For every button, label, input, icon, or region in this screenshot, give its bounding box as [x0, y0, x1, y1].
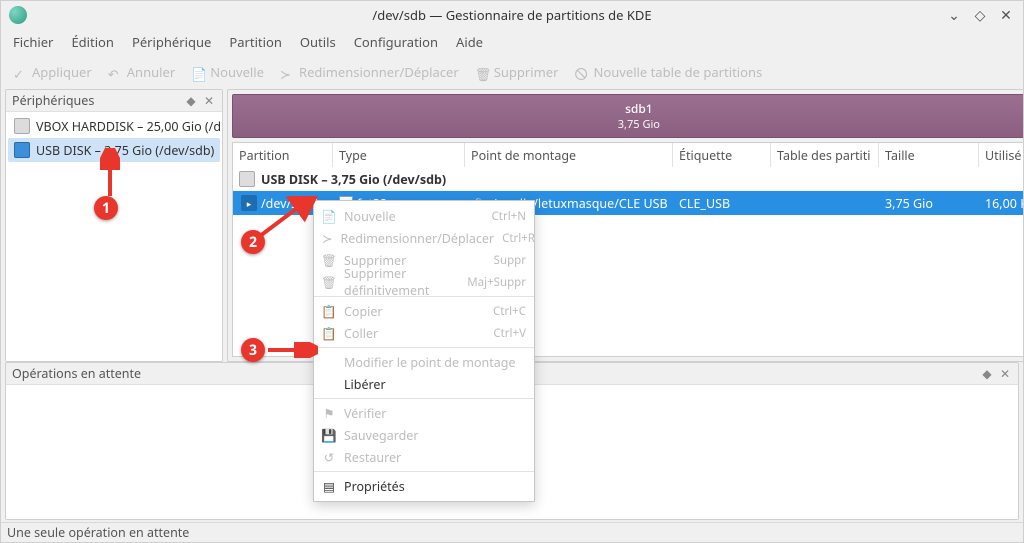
new-icon: 📄: [322, 209, 336, 223]
trash-icon: 🗑: [475, 65, 489, 79]
th-label[interactable]: Étiquette: [673, 143, 771, 167]
menu-help[interactable]: Aide: [456, 33, 483, 51]
panel-close-icon[interactable]: ✕: [202, 94, 216, 108]
trash-icon: 🗑: [322, 253, 336, 267]
annotation-1: 1: [94, 196, 118, 220]
th-used[interactable]: Utilisé: [979, 143, 1023, 167]
device-label: USB DISK – 3,75 Gio (/dev/sdb): [36, 142, 214, 159]
statusbar: Une seule opération en attente: [1, 522, 1023, 542]
save-icon: 💾: [322, 428, 336, 442]
tb-apply[interactable]: ✓Appliquer: [13, 63, 92, 81]
usb-icon: [14, 142, 30, 158]
table-header: Partition Type Point de montage Étiquett…: [233, 143, 1023, 167]
menu-partition[interactable]: Partition: [229, 33, 282, 51]
ctx-copy[interactable]: 📋CopierCtrl+C: [314, 300, 534, 322]
minimize-button[interactable]: ⌄: [945, 6, 963, 25]
tb-cancel[interactable]: ↶Annuler: [108, 63, 175, 81]
disk-header-row[interactable]: USB DISK – 3,75 Gio (/dev/sdb): [233, 167, 1023, 191]
new-icon: 📄: [191, 65, 205, 79]
maximize-button[interactable]: ◇: [971, 6, 989, 25]
ctx-editmount[interactable]: Modifier le point de montage: [314, 351, 534, 373]
tb-new[interactable]: 📄Nouvelle: [191, 63, 264, 81]
app-logo-icon: [9, 6, 27, 24]
th-type[interactable]: Type: [333, 143, 465, 167]
undo-icon: ↶: [108, 65, 122, 79]
th-mount[interactable]: Point de montage: [465, 143, 673, 167]
ctx-paste[interactable]: 📋CollerCtrl+V: [314, 322, 534, 344]
properties-icon: ▤: [322, 479, 336, 493]
diskbar-partition-name: sdb1: [625, 100, 653, 117]
ctx-unmount[interactable]: Libérer: [314, 373, 534, 395]
th-partition[interactable]: Partition: [233, 143, 333, 167]
panel-detach-icon[interactable]: ◆: [980, 367, 994, 381]
devices-panel: Périphériques ◆ ✕ VBOX HARDDISK – 25,00 …: [5, 89, 223, 362]
copy-icon: 📋: [322, 304, 336, 318]
context-menu: 📄NouvelleCtrl+N ≻Redimensionner/Déplacer…: [313, 200, 535, 502]
th-ptable[interactable]: Table des partiti: [771, 143, 879, 167]
annotation-3: 3: [241, 338, 265, 362]
tb-resize[interactable]: ≻Redimensionner/Déplacer: [280, 63, 459, 81]
titlebar: /dev/sdb — Gestionnaire de partitions de…: [1, 1, 1023, 29]
toolbar: ✓Appliquer ↶Annuler 📄Nouvelle ≻Redimensi…: [1, 55, 1023, 89]
window-title: /dev/sdb — Gestionnaire de partitions de…: [372, 6, 651, 24]
ctx-backup[interactable]: 💾Sauvegarder: [314, 424, 534, 446]
device-item-vbox[interactable]: VBOX HARDDISK – 25,00 Gio (/d...: [8, 114, 220, 138]
restore-icon: ↺: [322, 450, 336, 464]
panel-close-icon[interactable]: ✕: [998, 367, 1012, 381]
close-button[interactable]: ✕: [997, 6, 1015, 25]
devices-header: Périphériques ◆ ✕: [6, 90, 222, 112]
annotation-arrow-1: [100, 148, 120, 196]
annotation-arrow-3: [268, 342, 318, 358]
paste-icon: 📋: [322, 326, 336, 340]
check-icon: ✓: [13, 65, 27, 79]
disk-layout-bar[interactable]: sdb1 3,75 Gio: [232, 94, 1023, 138]
annotation-2: 2: [241, 230, 265, 254]
th-size[interactable]: Taille: [879, 143, 979, 167]
device-label: VBOX HARDDISK – 25,00 Gio (/d...: [36, 118, 220, 135]
erase-icon: 🛇: [574, 65, 588, 79]
resize-icon: ≻: [280, 65, 294, 79]
menu-tools[interactable]: Outils: [300, 33, 336, 51]
ctx-restore[interactable]: ↺Restaurer: [314, 446, 534, 468]
ctx-props[interactable]: ▤Propriétés: [314, 475, 534, 497]
menu-device[interactable]: Périphérique: [132, 33, 211, 51]
ctx-new[interactable]: 📄NouvelleCtrl+N: [314, 205, 534, 227]
ctx-shred[interactable]: 🗑Supprimer définitivementMaj+Suppr: [314, 271, 534, 293]
tb-delete[interactable]: 🗑Supprimer: [475, 63, 559, 81]
diskbar-partition-size: 3,75 Gio: [618, 117, 660, 132]
resize-icon: ≻: [322, 231, 332, 245]
flag-icon: ⚑: [322, 406, 336, 420]
ctx-resize[interactable]: ≻Redimensionner/DéplacerCtrl+R: [314, 227, 534, 249]
ctx-verify[interactable]: ⚑Vérifier: [314, 402, 534, 424]
menu-file[interactable]: Fichier: [13, 33, 53, 51]
menu-edit[interactable]: Édition: [71, 33, 114, 51]
expand-icon[interactable]: ▸: [241, 195, 257, 211]
panel-detach-icon[interactable]: ◆: [184, 94, 198, 108]
hdd-icon: [14, 118, 30, 134]
menubar: Fichier Édition Périphérique Partition O…: [1, 29, 1023, 55]
disk-icon: [239, 171, 255, 187]
annotation-arrow-2: [258, 196, 318, 242]
tb-newtable[interactable]: 🛇Nouvelle table de partitions: [574, 63, 762, 81]
shred-icon: 🗑: [322, 275, 336, 289]
menu-config[interactable]: Configuration: [354, 33, 438, 51]
